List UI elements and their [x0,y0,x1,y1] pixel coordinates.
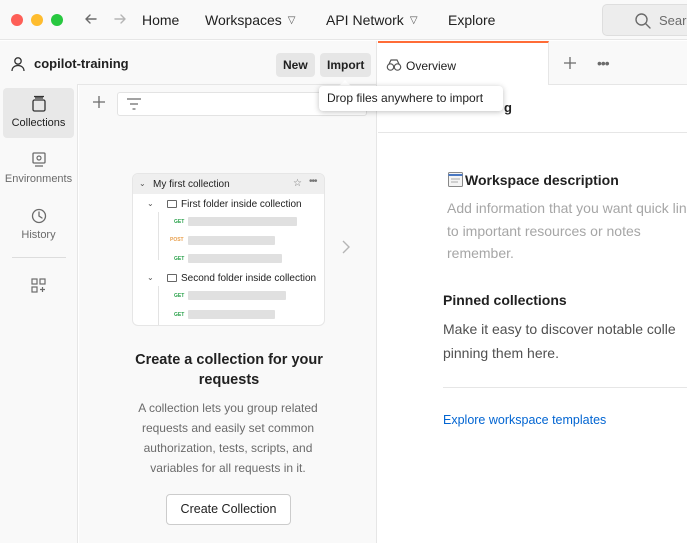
pinned-collections-description: Make it easy to discover notable colle p… [443,321,676,361]
request-placeholder [188,254,282,263]
star-icon: ☆ [293,178,302,189]
rail-item-history[interactable]: History [3,200,74,250]
workspace-header: copilot-training New Import [0,41,377,85]
workspace-description-input[interactable]: Add information that you want quick link… [447,197,687,265]
search-box[interactable]: Search [602,4,687,36]
request-placeholder [188,217,297,226]
chevron-down-icon: ▽ [409,15,418,26]
new-button[interactable]: New [276,53,315,77]
chevron-down-icon: ▽ [287,15,296,26]
pinned-collections-title: Pinned collections [443,292,567,308]
rail-label-environments: Environments [4,173,73,185]
search-icon [635,13,651,29]
rail-label-history: History [21,229,56,241]
request-placeholder [188,291,286,300]
new-tab-icon[interactable] [562,55,578,71]
empty-state-description: A collection lets you group related requ… [138,401,318,475]
method-get: GET [174,312,185,318]
zoom-window-button[interactable] [51,14,63,26]
illustration-collection-name: My first collection [153,179,230,190]
request-placeholder [188,310,275,319]
collections-icon [31,95,46,112]
tab-overview-label: Overview [406,59,457,73]
tab-bar: Overview ••• [378,41,687,85]
explore-templates-link[interactable]: Explore workspace templates [443,413,606,427]
method-post: POST [170,237,184,243]
title-bar: Home Workspaces ▽ API Network ▽ Explore Se… [0,0,687,40]
illustration-folder-2: Second folder inside collection [181,273,317,284]
import-button[interactable]: Import [320,53,372,77]
forward-arrow-icon[interactable] [111,11,129,29]
create-collection-button[interactable]: Create Collection [166,494,291,525]
header-divider [378,132,687,133]
rail-label-collections: Collections [11,117,66,129]
nav-explore[interactable]: Explore [448,11,495,29]
tree-line [158,212,159,260]
illustration-folder-1: First folder inside collection [181,199,302,210]
workspace-title-partial: g [504,100,512,115]
minimize-window-button[interactable] [31,14,43,26]
workspace-name[interactable]: copilot-training [34,56,129,71]
chevron-down-icon: ⌄ [139,179,146,188]
add-icon[interactable] [91,94,107,110]
tab-overview[interactable]: Overview [378,41,549,85]
user-icon [11,57,25,72]
left-rail: Collections Environments History [0,84,78,543]
filter-icon [127,98,141,110]
rail-item-add-widgets[interactable] [3,270,74,304]
empty-state-title: Create a collection for your requests [135,352,323,388]
folder-icon [167,274,177,282]
add-widgets-icon [30,278,46,293]
request-placeholder [188,236,275,245]
method-get: GET [174,293,185,299]
notepad-icon [448,172,463,187]
search-placeholder: Search [659,13,687,28]
folder-icon [167,200,177,208]
nav-api-network-label: API Network [326,12,404,28]
chevron-down-icon: ⌄ [147,273,154,282]
close-window-button[interactable] [11,14,23,26]
collections-panel: ⌄ My first collection ☆ ••• ⌄ First fold… [79,85,377,543]
rail-divider [12,257,66,258]
back-arrow-icon[interactable] [82,11,100,29]
method-get: GET [174,256,185,262]
history-icon [31,208,46,224]
overview-icon [386,59,402,71]
nav-workspaces-label: Workspaces [205,12,282,28]
chevron-right-icon[interactable] [341,239,351,255]
overview-content: g Workspace description Add information … [378,86,687,543]
tree-line [158,286,159,325]
section-divider [443,387,687,388]
environments-icon [31,152,46,167]
nav-home[interactable]: Home [142,11,179,29]
workspace-description-title: Workspace description [465,172,619,188]
collection-illustration: ⌄ My first collection ☆ ••• ⌄ First fold… [132,173,325,326]
nav-api-network[interactable]: API Network ▽ [326,11,418,30]
rail-item-environments[interactable]: Environments [3,144,74,194]
more-icon: ••• [309,176,317,187]
import-tooltip: Drop files anywhere to import [319,86,503,111]
method-get: GET [174,219,185,225]
more-tabs-icon[interactable]: ••• [597,55,610,71]
chevron-down-icon: ⌄ [147,199,154,208]
rail-item-collections[interactable]: Collections [3,88,74,138]
nav-workspaces[interactable]: Workspaces ▽ [205,11,295,30]
